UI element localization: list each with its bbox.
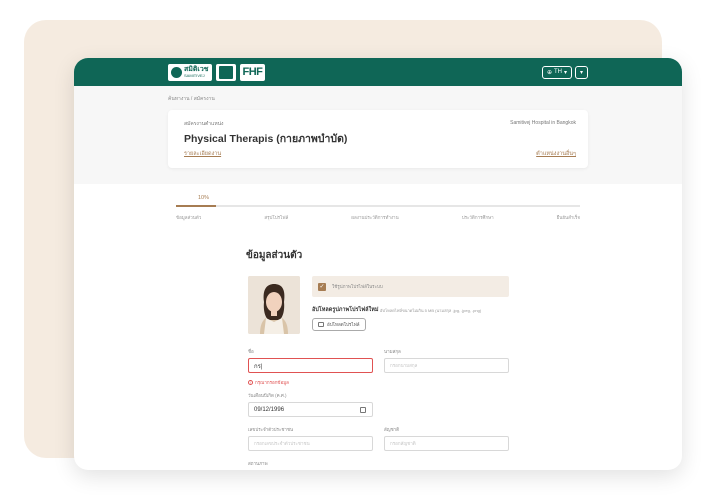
partner-emblem-icon (218, 65, 233, 79)
nationality-placeholder: กรอกสัญชาติ (390, 441, 416, 446)
last-name-label: นามสกุล (384, 349, 401, 354)
apply-label: สมัครงานตำแหน่ง (184, 121, 224, 127)
profile-portrait-icon (248, 276, 300, 334)
last-name-input[interactable]: กรอกนามสกุล (384, 358, 509, 373)
image-icon (318, 322, 324, 327)
upload-button-label: อัปโหลดโปรไฟล์ (327, 322, 360, 327)
dob-value: 09/12/1996 (254, 406, 285, 413)
dob-input[interactable]: 09/12/1996 (248, 402, 373, 417)
chevron-down-icon: ▾ (579, 69, 583, 76)
id-placeholder: กรอกเลขประจำตัวประชาชน (254, 441, 310, 446)
nationality-input[interactable]: กรอกสัญชาติ (384, 436, 509, 451)
step-confirm[interactable]: ยืนยันสำเร็จ (557, 214, 580, 221)
globe-icon: ⊕ (546, 69, 552, 76)
first-name-label: ชื่อ (248, 349, 254, 354)
consent-checkbox-row[interactable]: ✓ ใช้รูปภาพโปรไฟล์ในระบบ (312, 276, 509, 297)
progress-fill (176, 205, 217, 207)
error-icon: ! (248, 380, 253, 385)
id-label: เลขประจำตัวประชาชน (248, 427, 294, 432)
upload-profile-button[interactable]: อัปโหลดโปรไฟล์ (312, 318, 366, 331)
first-name-input[interactable]: กร| (248, 358, 373, 373)
status-label: สถานภาพ (248, 461, 268, 466)
app-window: สมิติเวช SAMITIVEJ FHF ⊕ TH ▾ ▾ ค้นหางาน… (74, 58, 682, 470)
language-label: TH (553, 69, 562, 75)
check-icon[interactable]: ✓ (318, 282, 326, 291)
first-name-error: ! กรุณากรอกข้อมูล (248, 379, 289, 386)
upload-note: อัปโหลดไฟล์ขนาดไม่เกิน 5 MB (นามสกุล .jp… (380, 308, 482, 313)
profile-photo (248, 276, 300, 334)
samitivej-en-text: SAMITIVEJ (184, 73, 205, 78)
nationality-label: สัญชาติ (384, 427, 400, 432)
step-personal[interactable]: ข้อมูลส่วนตัว (176, 214, 201, 221)
samitivej-logo[interactable]: สมิติเวช SAMITIVEJ (168, 63, 212, 81)
section-title: ข้อมูลส่วนตัว (246, 250, 303, 261)
first-name-value: กร| (254, 363, 263, 370)
hospital-name: Samitivej Hospital in Bangkok (510, 120, 576, 126)
samitivej-emblem-icon (171, 66, 182, 78)
job-header-area: ค้นหางาน / สมัครงาน สมัครงานตำแหน่ง Sami… (74, 86, 682, 184)
top-navbar: สมิติเวช SAMITIVEJ FHF ⊕ TH ▾ ▾ (74, 58, 682, 86)
other-jobs-link[interactable]: ตำแหน่งงานอื่นๆ (536, 150, 576, 158)
fhf-logo-text: FHF (242, 66, 263, 78)
id-input[interactable]: กรอกเลขประจำตัวประชาชน (248, 436, 373, 451)
job-card: สมัครงานตำแหน่ง Samitivej Hospital in Ba… (168, 110, 588, 168)
step-work[interactable]: ผลงานประวัติการทำงาน (351, 214, 398, 221)
breadcrumb[interactable]: ค้นหางาน / สมัครงาน (168, 95, 215, 103)
fhf-logo[interactable]: FHF (239, 63, 266, 81)
first-name-error-text: กรุณากรอกข้อมูล (255, 380, 289, 385)
calendar-icon[interactable] (360, 407, 366, 413)
progress-track (176, 205, 580, 207)
job-title: Physical Therapis (กายภาพบำบัด) (184, 133, 348, 145)
step-education[interactable]: ประวัติการศึกษา (462, 214, 494, 221)
partner-logo[interactable] (215, 63, 236, 81)
step-profile[interactable]: สรุปโปรไฟล์ (264, 214, 288, 221)
chevron-down-icon: ▾ (563, 69, 567, 76)
top-actions: ⊕ TH ▾ ▾ (541, 65, 588, 79)
logo-group: สมิติเวช SAMITIVEJ FHF (168, 63, 266, 81)
language-selector[interactable]: ⊕ TH ▾ (541, 65, 572, 79)
progress-percent: 10% (198, 195, 210, 201)
job-details-link[interactable]: รายละเอียดงาน (184, 150, 221, 158)
upload-title: อัปโหลดรูปภาพโปรไฟล์ใหม่ (312, 307, 379, 313)
consent-label: ใช้รูปภาพโปรไฟล์ในระบบ (332, 284, 383, 289)
samitivej-thai-text: สมิติเวช (184, 66, 209, 73)
last-name-placeholder: กรอกนามสกุล (390, 363, 418, 368)
progress-steps: ข้อมูลส่วนตัว สรุปโปรไฟล์ ผลงานประวัติกา… (176, 214, 580, 221)
menu-button[interactable]: ▾ (575, 65, 588, 79)
dob-label: วันเดือนปีเกิด (ค.ศ.) (248, 393, 287, 398)
